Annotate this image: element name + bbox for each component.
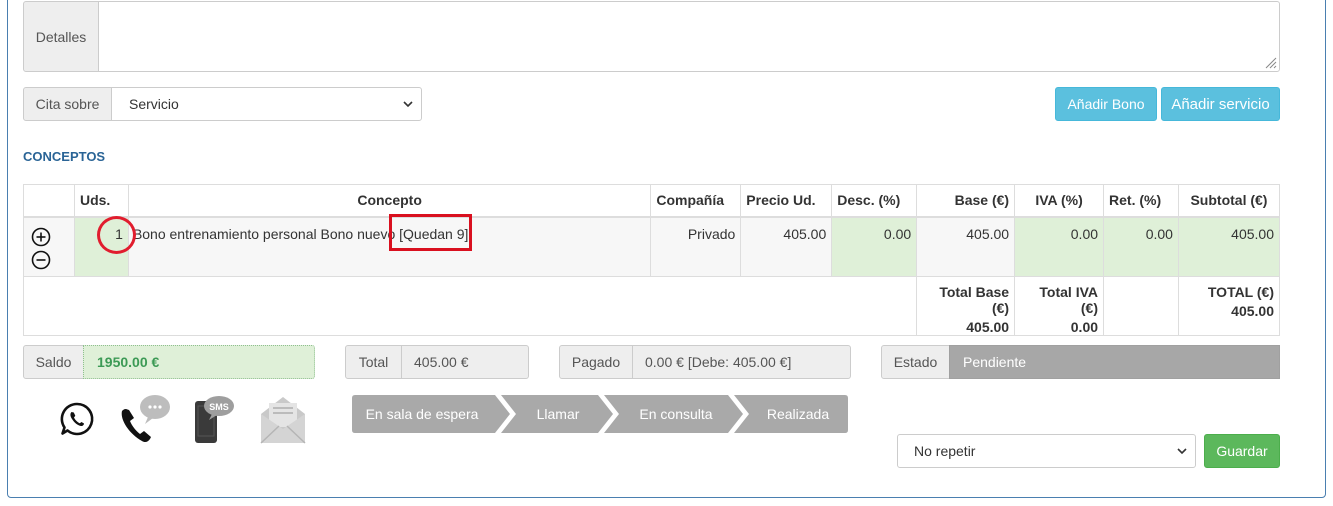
totals-row: Total Base (€) 405.00 Total IVA (€) 0.00… (22, 276, 1281, 336)
annotation-circle (97, 216, 136, 254)
cita-sobre-label: Cita sobre (23, 87, 112, 121)
ret-cell[interactable]: 0.00 (1103, 216, 1179, 277)
table-header: Subtotal (€) (1177, 184, 1281, 218)
table-header: Desc. (%) (831, 184, 918, 218)
table-header-row: Uds. Concepto Compañía Precio Ud. Desc. … (23, 184, 1281, 218)
saldo-value: 1950.00 € (83, 345, 315, 379)
step-en-consulta[interactable]: En consulta (614, 395, 738, 433)
total-label: Total (345, 345, 402, 379)
totals-spacer (22, 276, 918, 336)
iva-cell[interactable]: 0.00 (1014, 216, 1105, 277)
total-iva-label: Total IVA (€) (1039, 284, 1099, 316)
table-header: Uds. (73, 184, 129, 218)
total-iva-cell: Total IVA (€) 0.00 (1014, 276, 1105, 336)
table-header: Concepto (127, 184, 652, 218)
table-header (23, 184, 75, 218)
sms-badge-label: SMS (209, 402, 229, 412)
add-servicio-button[interactable]: Añadir servicio (1161, 87, 1280, 121)
resize-grip-icon[interactable] (1265, 57, 1277, 69)
plus-circle-icon[interactable] (31, 227, 51, 247)
detalles-label: Detalles (23, 1, 99, 72)
grand-total-value: 405.00 (1231, 303, 1274, 319)
saldo-label: Saldo (23, 345, 84, 379)
whatsapp-icon[interactable] (59, 401, 95, 437)
repeat-select[interactable]: No repetir (897, 434, 1196, 468)
chevron-down-icon (1177, 448, 1187, 455)
pagado-value: 0.00 € [Debe: 405.00 €] (632, 345, 851, 379)
annotation-rectangle (389, 214, 472, 251)
desc-cell[interactable]: 0.00 (831, 216, 918, 277)
cita-sobre-select[interactable]: Servicio (111, 87, 422, 121)
minus-circle-icon[interactable] (31, 250, 51, 270)
table-header: Ret. (%) (1103, 184, 1179, 218)
sms-icon[interactable]: SMS (192, 393, 236, 445)
total-iva-value: 0.00 (1070, 319, 1099, 335)
cita-sobre-value: Servicio (129, 96, 179, 112)
grand-total-cell: TOTAL (€) 405.00 (1177, 276, 1281, 336)
subtotal-cell: 405.00 (1177, 216, 1281, 277)
compania-cell: Privado (650, 216, 742, 277)
phone-chat-icon[interactable] (118, 393, 172, 445)
email-icon[interactable] (259, 394, 307, 444)
total-base-value: 405.00 (966, 319, 1010, 335)
status-steps: En sala de espera Llamar En consulta Rea… (352, 395, 848, 433)
guardar-button[interactable]: Guardar (1204, 434, 1280, 468)
grand-total-label: TOTAL (€) (1207, 284, 1274, 300)
estado-label: Estado (881, 345, 950, 379)
total-base-cell: Total Base (€) 405.00 (916, 276, 1016, 336)
step-en-sala[interactable]: En sala de espera (352, 395, 492, 433)
section-title: CONCEPTOS (23, 149, 106, 164)
detalles-textarea[interactable] (98, 1, 1280, 72)
total-value: 405.00 € (401, 345, 529, 379)
add-bono-button[interactable]: Añadir Bono (1055, 87, 1157, 121)
base-cell: 405.00 (916, 216, 1016, 277)
pagado-label: Pagado (559, 345, 633, 379)
table-header: Base (€) (916, 184, 1016, 218)
table-header: Precio Ud. (740, 184, 833, 218)
table-header: Compañía (650, 184, 742, 218)
totals-empty (1103, 276, 1179, 336)
chevron-down-icon (403, 101, 413, 108)
table-header: IVA (%) (1014, 184, 1105, 218)
conceptos-table: Uds. Concepto Compañía Precio Ud. Desc. … (22, 184, 1281, 336)
row-actions (23, 216, 75, 277)
total-base-label: Total Base (€) (939, 284, 1010, 316)
precio-cell[interactable]: 405.00 (740, 216, 833, 277)
repeat-value: No repetir (914, 443, 976, 459)
step-realizada[interactable]: Realizada (748, 395, 848, 433)
table-row: 1 Bono entrenamiento personal Bono nuevo… (23, 216, 1281, 277)
step-llamar[interactable]: Llamar (512, 395, 604, 433)
estado-value: Pendiente (949, 345, 1280, 379)
